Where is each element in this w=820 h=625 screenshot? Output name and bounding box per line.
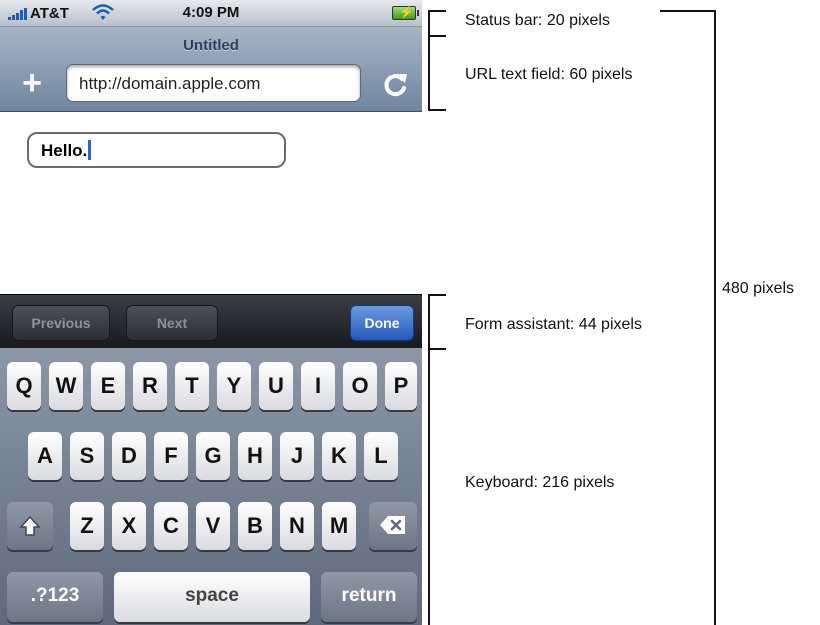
key-k[interactable]: K xyxy=(322,432,356,480)
reload-icon[interactable] xyxy=(378,68,412,100)
key-r[interactable]: R xyxy=(133,362,167,410)
numbers-key[interactable]: .?123 xyxy=(7,572,103,622)
key-q[interactable]: Q xyxy=(7,362,41,410)
web-content: Hello. xyxy=(0,112,422,294)
keyboard: Q W E R T Y U I O P A S D F G H J K L Z … xyxy=(0,348,422,625)
return-key[interactable]: return xyxy=(321,572,417,622)
add-bookmark-button[interactable]: + xyxy=(16,66,48,100)
key-a[interactable]: A xyxy=(28,432,62,480)
key-j[interactable]: J xyxy=(280,432,314,480)
key-d[interactable]: D xyxy=(112,432,146,480)
bracket-line xyxy=(714,10,716,625)
status-bar: AT&T 4:09 PM ⚡ xyxy=(0,0,422,27)
key-m[interactable]: M xyxy=(322,502,356,550)
bracket-line xyxy=(428,294,430,350)
key-l[interactable]: L xyxy=(364,432,398,480)
url-field-bracket xyxy=(428,35,430,111)
key-f[interactable]: F xyxy=(154,432,188,480)
iphone-screen: AT&T 4:09 PM ⚡ Untitled + http://domain.… xyxy=(0,0,422,625)
key-n[interactable]: N xyxy=(280,502,314,550)
key-w[interactable]: W xyxy=(49,362,83,410)
key-p[interactable]: P xyxy=(385,362,417,410)
space-key[interactable]: space xyxy=(114,572,310,622)
key-o[interactable]: O xyxy=(343,362,377,410)
bracket-line xyxy=(428,109,446,111)
bracket-line xyxy=(428,35,446,37)
key-g[interactable]: G xyxy=(196,432,230,480)
status-bar-bracket xyxy=(428,10,446,12)
battery-charging-icon: ⚡ xyxy=(392,5,419,20)
key-s[interactable]: S xyxy=(70,432,104,480)
page-title: Untitled xyxy=(183,37,239,54)
key-t[interactable]: T xyxy=(175,362,209,410)
key-z[interactable]: Z xyxy=(70,502,104,550)
url-field-label: URL text field: 60 pixels xyxy=(465,66,633,83)
total-height-label: 480 pixels xyxy=(722,280,795,297)
bracket-line xyxy=(428,348,446,350)
next-button[interactable]: Next xyxy=(126,305,218,341)
input-value: Hello. xyxy=(41,140,92,161)
key-e[interactable]: E xyxy=(91,362,125,410)
text-caret xyxy=(88,140,92,160)
form-assistant-label: Form assistant: 44 pixels xyxy=(465,316,642,333)
key-v[interactable]: V xyxy=(196,502,230,550)
keyboard-bracket xyxy=(428,348,430,625)
key-x[interactable]: X xyxy=(112,502,146,550)
form-assistant-bracket xyxy=(428,294,446,296)
shift-arrow-icon xyxy=(19,515,41,536)
status-bar-label: Status bar: 20 pixels xyxy=(465,12,610,29)
previous-button[interactable]: Previous xyxy=(12,305,110,341)
done-button[interactable]: Done xyxy=(350,305,414,341)
backspace-key[interactable] xyxy=(369,502,417,550)
url-text: http://domain.apple.com xyxy=(79,74,261,93)
key-b[interactable]: B xyxy=(238,502,272,550)
key-h[interactable]: H xyxy=(238,432,272,480)
total-height-bracket xyxy=(660,10,716,12)
key-u[interactable]: U xyxy=(259,362,293,410)
form-assistant: Previous Next Done xyxy=(0,294,422,349)
key-i[interactable]: I xyxy=(301,362,335,410)
key-y[interactable]: Y xyxy=(217,362,251,410)
backspace-icon xyxy=(380,516,405,534)
text-input-field[interactable]: Hello. xyxy=(27,132,286,168)
keyboard-label: Keyboard: 216 pixels xyxy=(465,474,615,491)
key-c[interactable]: C xyxy=(154,502,188,550)
browser-toolbar: Untitled + http://domain.apple.com xyxy=(0,27,422,112)
bracket-line xyxy=(428,10,430,37)
shift-key[interactable] xyxy=(7,502,53,550)
status-time: 4:09 PM xyxy=(182,4,240,21)
url-text-field[interactable]: http://domain.apple.com xyxy=(66,64,361,102)
input-text: Hello. xyxy=(41,141,88,160)
